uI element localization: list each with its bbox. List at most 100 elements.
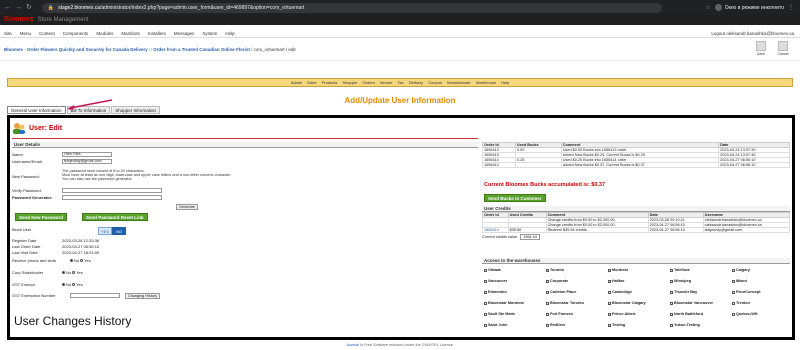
menu-item-installers[interactable]: Installers [148,31,166,36]
warehouse-option[interactable]: Corporate [546,279,568,283]
vm-nav-admin[interactable]: Admin [291,80,302,85]
warehouse-option[interactable]: Thunder Bay [670,290,697,294]
checkbox[interactable] [546,279,549,283]
profile-button[interactable]: Окно в режиме инкогнито [714,4,784,11]
warehouse-option[interactable]: Carleton Place [546,290,576,294]
receive-no-radio[interactable] [70,259,73,263]
send-reset-link-button[interactable]: Send Password Reset Link [82,213,148,221]
warehouse-option[interactable]: RedDeer [546,323,566,327]
changing-history-button[interactable]: Changing History [125,293,161,299]
cancel-button[interactable]: Cancel [776,41,790,59]
checkbox[interactable] [484,301,487,305]
block-no[interactable]: NO [112,227,126,235]
vm-nav-store[interactable]: Store [307,80,317,85]
warehouse-option[interactable]: Calgary [732,268,750,272]
table-cell[interactable]: 1656414 [482,227,509,233]
warehouse-option[interactable]: Bloomstar Toronto [546,301,584,305]
site-link[interactable]: Bloomex - Order Flowers Quickly and Secu… [4,47,250,52]
warehouse-option[interactable]: Testing [608,323,625,327]
vm-nav-delivery[interactable]: Delivery [409,80,423,85]
receive-yes-radio[interactable] [80,259,84,263]
generator-input[interactable] [62,195,162,200]
vm-nav-help[interactable]: Help [501,80,509,85]
checkbox[interactable] [670,290,673,294]
warehouse-option[interactable]: Edmonton [484,290,507,294]
gst-no-radio[interactable] [62,283,65,287]
corp-yes-radio[interactable] [72,271,76,275]
joomla-link[interactable]: Joomla! [346,343,359,347]
checkbox[interactable] [608,312,611,316]
checkbox[interactable] [670,323,673,327]
menu-item-components[interactable]: Components [63,31,89,36]
generate-button[interactable]: Generate [176,204,198,210]
vm-nav-warehouse[interactable]: Warehouse [476,80,496,85]
menu-item-content[interactable]: Content [39,31,55,36]
warehouse-option[interactable]: Bloomstar Vancouver [670,301,713,305]
warehouse-option[interactable]: Montreal [608,268,628,272]
checkbox[interactable] [546,323,549,327]
warehouse-option[interactable]: Bloomstar Montreal [484,301,524,305]
checkbox[interactable] [546,268,549,272]
send-bucks-button[interactable]: Send Bucks to Customer [484,194,546,202]
tab-shopper[interactable]: Shopper Information [111,106,160,114]
tab-general[interactable]: General User Information [7,106,66,114]
checkbox[interactable] [484,268,487,272]
warehouse-option[interactable]: Taleflora [670,268,690,272]
vm-nav-tax[interactable]: Tax [397,80,403,85]
menu-item-menu[interactable]: Menu [20,31,31,36]
warehouse-option[interactable]: Yukon-Testing [670,323,700,327]
block-yes[interactable]: YES [98,227,112,235]
checkbox[interactable] [732,301,735,305]
warehouse-option[interactable]: Miami [732,279,747,283]
checkbox[interactable] [732,312,735,316]
corp-no-radio[interactable] [62,271,65,275]
star-icon[interactable]: ☆ [705,4,710,11]
address-bar[interactable]: 🔒 stage2.bloomex.ca/administrator/index2… [41,2,662,13]
warehouse-option[interactable]: Prince Albert [608,312,636,316]
warehouse-option[interactable]: Saint John [484,323,507,327]
vm-nav-vendor[interactable]: Vendor [380,80,393,85]
checkbox[interactable] [484,279,487,283]
checkbox[interactable] [608,323,611,327]
warehouse-option[interactable]: Cambridge [608,290,632,294]
gst-number-input[interactable] [70,293,120,298]
warehouse-option[interactable]: Vancouver [484,279,507,283]
current-credits-input[interactable]: 1964.44 [520,234,540,240]
menu-item-help[interactable]: Help [225,31,234,36]
save-button[interactable]: Save [754,41,768,59]
block-toggle[interactable]: YES NO [98,227,126,235]
warehouse-option[interactable]: North Battleford [670,312,703,316]
checkbox[interactable] [608,301,611,305]
warehouse-option[interactable]: Fort Frances [546,312,573,316]
checkbox[interactable] [484,312,487,316]
vm-nav-products[interactable]: Products [322,80,338,85]
checkbox[interactable] [670,268,673,272]
checkbox[interactable] [732,279,735,283]
checkbox[interactable] [546,301,549,305]
verify-password-input[interactable] [62,188,162,193]
checkbox[interactable] [732,268,735,272]
reload-icon[interactable]: ↻ [26,4,32,11]
menu-dots-icon[interactable]: ⋮ [788,4,794,11]
checkbox[interactable] [670,301,673,305]
menu-item-messages[interactable]: Messages [174,31,195,36]
warehouse-option[interactable]: Trenton [732,301,750,305]
checkbox[interactable] [484,290,487,294]
send-new-password-button[interactable]: Send New Password [15,213,68,221]
table-cell[interactable]: 1656414 [482,162,516,168]
checkbox[interactable] [546,290,549,294]
checkbox[interactable] [608,279,611,283]
warehouse-option[interactable]: Sault Ste Marie [484,312,515,316]
checkbox[interactable] [732,290,735,294]
vm-nav-coupon[interactable]: Coupon [428,80,442,85]
checkbox[interactable] [608,290,611,294]
logout-link[interactable]: Logout oleksandr.banashko@bloomex.ca [711,31,794,36]
menu-item-modules[interactable]: Modules [96,31,113,36]
name-input[interactable]: Oles Oles [62,152,112,157]
menu-item-site[interactable]: Site [4,31,12,36]
warehouse-option[interactable]: Toronto [546,268,564,272]
warehouse-option[interactable]: Halifax [608,279,624,283]
warehouse-option[interactable]: Ottawa [484,268,501,272]
menu-item-system[interactable]: System [202,31,217,36]
menu-item-mambots[interactable]: Mambots [121,31,140,36]
